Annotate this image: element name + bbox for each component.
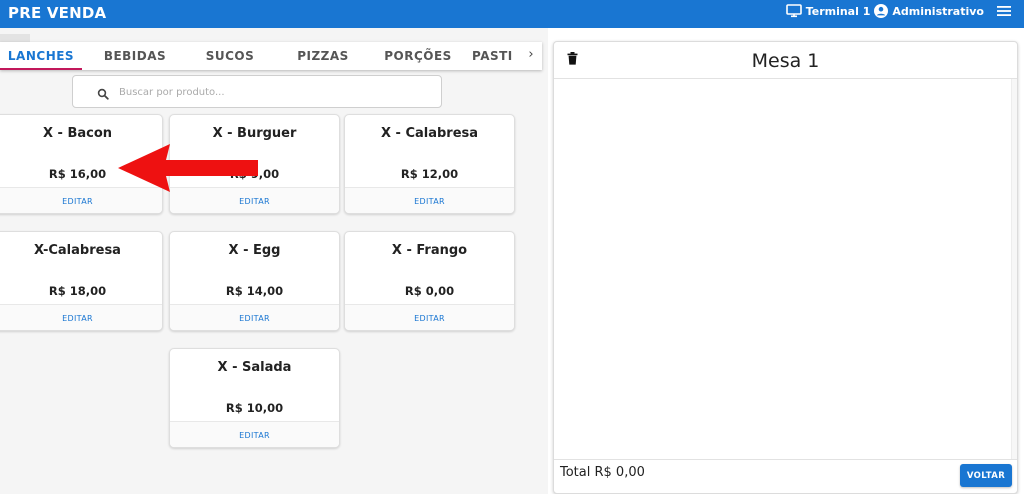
product-card[interactable]: X - Frango R$ 0,00 EDITAR [344, 231, 515, 331]
chevron-right-icon[interactable]: › [524, 42, 538, 70]
category-tabs: LANCHES BEBIDAS SUCOS PIZZAS PORÇÕES PAS… [0, 42, 542, 70]
search-icon [97, 85, 109, 104]
account-icon [874, 4, 889, 18]
product-name: X - Egg [228, 243, 281, 258]
tab-pizzas[interactable]: PIZZAS [282, 42, 364, 70]
header-right: Terminal 1 Administrativo [785, 4, 1012, 18]
product-name: X - Salada [217, 360, 292, 375]
product-name: X-Calabresa [34, 243, 121, 258]
user-label: Administrativo [892, 4, 984, 18]
product-price: R$ 9,00 [229, 167, 280, 181]
tab-bebidas[interactable]: BEBIDAS [92, 42, 178, 70]
search-box [72, 75, 442, 108]
edit-button[interactable]: EDITAR [0, 304, 162, 330]
product-price: R$ 0,00 [404, 284, 455, 298]
order-title: Mesa 1 [751, 50, 820, 72]
terminal-label: Terminal 1 [805, 4, 871, 18]
app-title: PRE VENDA [8, 4, 107, 22]
hamburger-menu-icon[interactable] [996, 5, 1012, 17]
tab-porcoes[interactable]: PORÇÕES [374, 42, 462, 70]
monitor-icon [785, 4, 802, 18]
product-name: X - Burguer [212, 126, 297, 141]
product-card[interactable]: X-Calabresa R$ 18,00 EDITAR [0, 231, 163, 331]
search-input[interactable] [119, 82, 419, 102]
edit-button[interactable]: EDITAR [170, 304, 339, 330]
edit-button[interactable]: EDITAR [170, 421, 339, 447]
product-name: X - Bacon [42, 126, 113, 141]
edit-button[interactable]: EDITAR [170, 187, 339, 213]
product-price: R$ 10,00 [225, 401, 284, 415]
tab-sucos[interactable]: SUCOS [188, 42, 272, 70]
product-price: R$ 14,00 [225, 284, 284, 298]
order-total: Total R$ 0,00 [560, 465, 645, 480]
product-card[interactable]: X - Calabresa R$ 12,00 EDITAR [344, 114, 515, 214]
app-header: PRE VENDA Terminal 1 Administrativo [0, 0, 1024, 28]
tab-lanches[interactable]: LANCHES [0, 42, 82, 70]
active-tab-indicator [0, 68, 82, 70]
product-card[interactable]: X - Salada R$ 10,00 EDITAR [169, 348, 340, 448]
order-panel: Mesa 1 Total R$ 0,00 VOLTAR [553, 41, 1018, 494]
product-price: R$ 16,00 [48, 167, 107, 181]
edit-button[interactable]: EDITAR [345, 304, 514, 330]
back-button[interactable]: VOLTAR [960, 464, 1012, 487]
product-name: X - Frango [391, 243, 468, 258]
product-card[interactable]: X - Egg R$ 14,00 EDITAR [169, 231, 340, 331]
edit-button[interactable]: EDITAR [345, 187, 514, 213]
product-card[interactable]: X - Burguer R$ 9,00 EDITAR [169, 114, 340, 214]
order-items-list [554, 79, 1017, 459]
tab-pasti[interactable]: PASTI [472, 42, 524, 70]
product-price: R$ 12,00 [400, 167, 459, 181]
order-scrollbar[interactable] [1011, 79, 1017, 459]
product-price: R$ 18,00 [48, 284, 107, 298]
edit-button[interactable]: EDITAR [0, 187, 162, 213]
product-card[interactable]: X - Bacon R$ 16,00 EDITAR [0, 114, 163, 214]
divider [554, 459, 1017, 460]
product-name: X - Calabresa [380, 126, 479, 141]
